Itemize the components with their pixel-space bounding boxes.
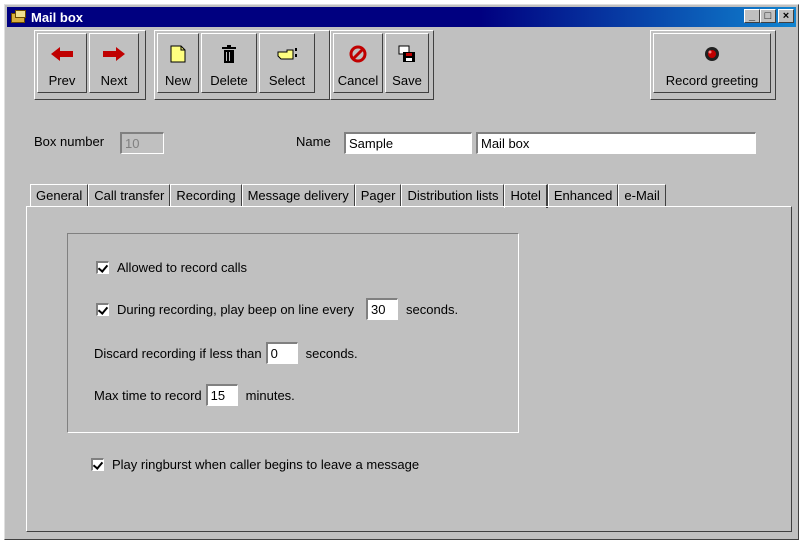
max-time-field[interactable]: 15 <box>205 384 238 406</box>
prev-label: Prev <box>48 73 76 88</box>
select-label: Select <box>268 73 306 88</box>
max-time-row: Max time to record 15 minutes. <box>94 384 295 406</box>
maximize-button[interactable]: □ <box>760 9 776 23</box>
edit-group: New Delete Select <box>154 30 330 100</box>
tab-hotel[interactable]: Hotel <box>504 184 548 208</box>
new-label: New <box>164 73 191 88</box>
save-icon <box>398 41 416 67</box>
ringburst-label: Play ringburst when caller begins to lea… <box>112 457 420 472</box>
beep-label: During recording, play beep on line ever… <box>117 301 355 317</box>
arrow-right-icon <box>103 41 125 67</box>
ringburst-checkbox[interactable] <box>91 458 104 471</box>
beep-row: During recording, play beep on line ever… <box>96 298 458 320</box>
prev-button[interactable]: Prev <box>37 33 87 93</box>
save-label: Save <box>392 73 422 88</box>
next-label: Next <box>100 73 128 88</box>
next-button[interactable]: Next <box>89 33 139 93</box>
tab-e-mail[interactable]: e-Mail <box>618 184 666 206</box>
cancel-button[interactable]: Cancel <box>333 33 383 93</box>
beep-checkbox[interactable] <box>96 302 109 316</box>
max-time-unit: minutes. <box>245 387 295 403</box>
tab-enhanced[interactable]: Enhanced <box>547 184 619 206</box>
cancel-label: Cancel <box>337 73 379 88</box>
max-time-label: Max time to record <box>94 387 202 403</box>
greeting-group: Record greeting <box>650 30 776 100</box>
tab-call-transfer[interactable]: Call transfer <box>88 184 171 206</box>
mailbox-app-icon <box>11 10 27 24</box>
record-greeting-label: Record greeting <box>665 73 759 88</box>
tab-message-delivery[interactable]: Message delivery <box>241 184 355 206</box>
delete-label: Delete <box>210 73 248 88</box>
discard-row: Discard recording if less than 0 seconds… <box>94 342 358 364</box>
allowed-record-row: Allowed to record calls <box>96 260 247 275</box>
tab-panel: Allowed to record calls During recording… <box>26 206 792 532</box>
minimize-button[interactable]: _ <box>744 9 760 23</box>
record-icon <box>704 41 720 67</box>
nav-group: Prev Next <box>34 30 146 100</box>
allowed-record-label: Allowed to record calls <box>117 260 248 275</box>
last-name-field[interactable]: Mail box <box>476 132 756 154</box>
beep-interval-field[interactable]: 30 <box>366 298 399 320</box>
box-number-field: 10 <box>120 132 164 154</box>
box-number-label: Box number <box>34 134 105 149</box>
new-document-icon <box>170 41 186 67</box>
new-button[interactable]: New <box>157 33 199 93</box>
title-bar[interactable]: Mail box _ □ × <box>7 7 796 27</box>
tab-recording[interactable]: Recording <box>170 184 242 206</box>
allowed-record-checkbox[interactable] <box>96 261 109 274</box>
tab-pager[interactable]: Pager <box>354 184 402 206</box>
arrow-left-icon <box>51 41 73 67</box>
delete-button[interactable]: Delete <box>201 33 257 93</box>
beep-unit: seconds. <box>406 301 459 317</box>
trash-icon <box>222 41 236 67</box>
pointing-hand-icon <box>277 41 297 67</box>
tab-strip: General Call transfer Recording Message … <box>30 184 666 208</box>
discard-min-field[interactable]: 0 <box>265 342 298 364</box>
select-button[interactable]: Select <box>259 33 315 93</box>
record-greeting-button[interactable]: Record greeting <box>653 33 771 93</box>
recording-options-group: Allowed to record calls During recording… <box>67 233 519 433</box>
discard-unit: seconds. <box>305 345 358 361</box>
first-name-field[interactable]: Sample <box>344 132 472 154</box>
name-label: Name <box>296 134 331 149</box>
close-button[interactable]: × <box>778 9 794 23</box>
tab-distribution-lists[interactable]: Distribution lists <box>401 184 505 206</box>
cancel-icon <box>349 41 367 67</box>
commit-group: Cancel Save <box>330 30 434 100</box>
discard-label: Discard recording if less than <box>94 345 262 361</box>
window-title: Mail box <box>31 9 84 25</box>
toolbar: Prev Next New Delete Select Cancel Save … <box>10 30 788 100</box>
save-button[interactable]: Save <box>385 33 429 93</box>
ringburst-row: Play ringburst when caller begins to lea… <box>91 457 419 472</box>
tab-general[interactable]: General <box>30 184 89 206</box>
